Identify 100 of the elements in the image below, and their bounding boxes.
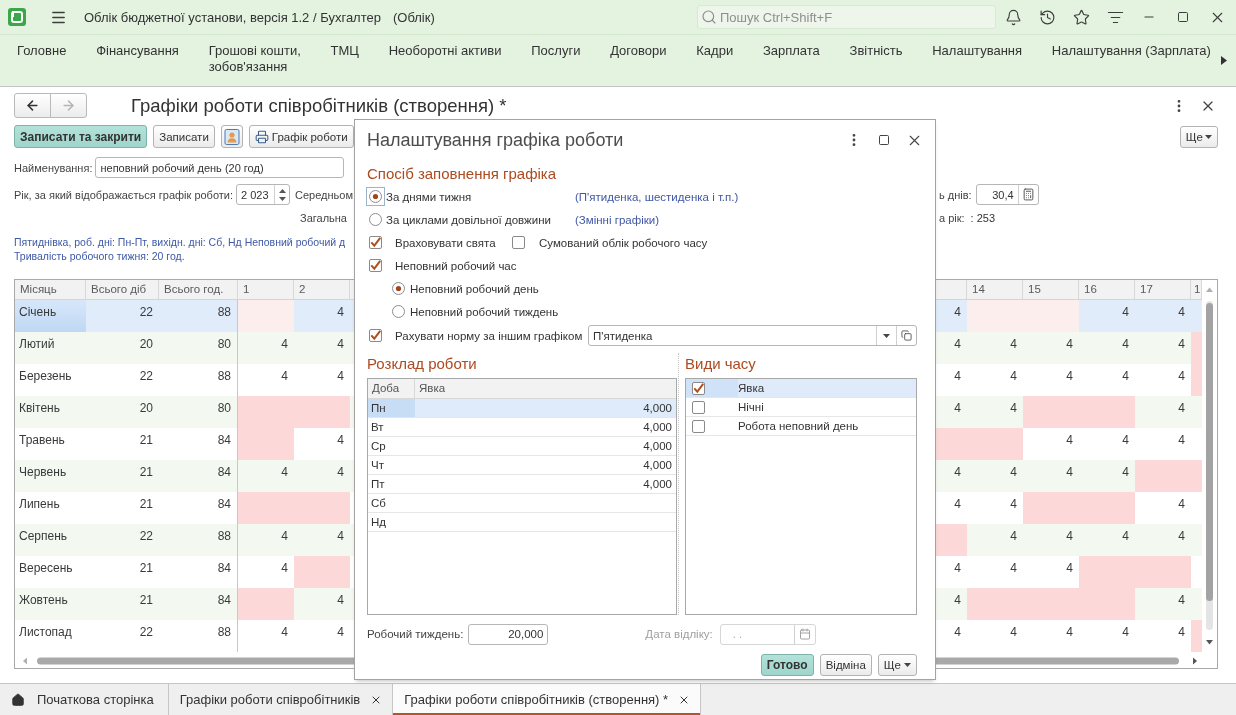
table-cell-text: Травень	[18, 432, 66, 449]
field-label: Загальна	[300, 212, 347, 224]
column-header: 14	[967, 280, 1023, 299]
table-cell-text: 4	[953, 368, 962, 385]
checkbox-label: Сумований облік робочого часу	[539, 236, 708, 249]
table-cell-text: 4	[953, 592, 962, 609]
table-cell-text: 4	[1177, 592, 1186, 609]
column-header: 1	[238, 280, 294, 299]
column-header: Місяць	[15, 280, 86, 299]
table-cell-text: 4	[1177, 400, 1186, 417]
checkbox-label: Враховувати свята	[395, 236, 496, 249]
table-cell-text: 4	[336, 432, 345, 449]
table-cell-text: 4	[1121, 528, 1130, 545]
table-cell-text: Липень	[18, 496, 61, 513]
field-label: Рік, за який відображається графік роботи:	[14, 188, 234, 201]
table-cell-text: Квітень	[18, 400, 61, 417]
radio-label: Неповний робочий день	[410, 282, 539, 295]
table-cell-text: 20	[138, 400, 154, 417]
table-cell-text: 4	[1009, 464, 1018, 481]
table-cell-text: 4	[953, 304, 962, 321]
table-cell-text: 4	[336, 336, 345, 353]
table-cell-text: 4	[1009, 496, 1018, 513]
table-cell-text: 4	[1177, 528, 1186, 545]
table-cell-text: Вересень	[18, 560, 74, 577]
column-header: 17	[1135, 280, 1191, 299]
table-cell-text: 4	[1009, 368, 1018, 385]
table-cell-text: 4	[280, 336, 289, 353]
checkbox-label: Рахувати норму за іншим графіком	[395, 329, 583, 342]
field-label: Середньом	[295, 188, 353, 201]
table-cell-text: 4	[1121, 304, 1130, 321]
table-cell-text: 4	[1177, 336, 1186, 353]
radio-label: За днями тижня	[386, 190, 472, 203]
table-cell-text: 4	[280, 368, 289, 385]
field-label: Найменування:	[14, 161, 93, 174]
section-heading: Види часу	[685, 354, 756, 374]
table-cell-text: 4	[1065, 336, 1074, 353]
table-cell-text: 4	[280, 560, 289, 577]
field-label: Дата відліку:	[645, 628, 713, 640]
table-cell-text: 4	[280, 624, 289, 641]
section-heading: Спосіб заповнення графіка	[367, 164, 557, 184]
table-cell-text: 4	[336, 592, 345, 609]
field-label: ь днів:	[939, 188, 972, 201]
table-cell-text: 4	[1065, 560, 1074, 577]
table-cell-text: 4	[1065, 528, 1074, 545]
table-cell-text: 4	[1009, 624, 1018, 641]
table-cell: 88	[159, 620, 238, 652]
table-cell-text: 21	[138, 432, 154, 449]
app-title: Облік бюджетної установи, версія 1.2 / Бухгалтер	[84, 9, 381, 25]
table-cell-text: 4	[953, 624, 962, 641]
table-cell-text: 22	[138, 304, 154, 321]
table-cell-text: 4	[1121, 336, 1130, 353]
table-cell-text: Березень	[18, 368, 73, 385]
table-cell-text: 4	[1177, 432, 1186, 449]
column-header: 15	[1023, 280, 1079, 299]
checkbox-label: Неповний робочий час	[395, 259, 517, 272]
table-cell-text: 21	[138, 464, 154, 481]
dialog-title: Налаштування графіка роботи	[367, 129, 624, 151]
column-header: Доба	[368, 379, 415, 398]
table-cell-text: 4	[1065, 624, 1074, 641]
table-cell-text: Червень	[18, 464, 68, 481]
column-header: 1	[1191, 280, 1202, 299]
radio-label: За циклами довільної довжини	[386, 213, 551, 226]
field-label: Робочий тиждень:	[367, 628, 464, 640]
table-cell-text: 4	[1009, 336, 1018, 353]
item-label: Нічні	[738, 401, 764, 413]
table-cell-text: 21	[138, 592, 154, 609]
table-cell-text: 20	[138, 336, 154, 353]
table-cell: Січень	[15, 300, 86, 332]
column-header: Всього год.	[159, 280, 238, 299]
item-label: Явка	[738, 382, 765, 394]
column-header: Всього діб	[86, 280, 159, 299]
table-cell-text: 4	[1121, 432, 1130, 449]
table-cell-text: 21	[138, 560, 154, 577]
table-cell-text: 22	[138, 528, 154, 545]
table-cell-text: 4	[1121, 624, 1130, 641]
schedule-summary-text: Пятиднівка, роб. дні: Пн-Пт, вихідн. дні: Сб, Нд Неповний робочий д	[14, 235, 346, 249]
table-cell-text: 22	[138, 624, 154, 641]
table-cell-text: 4	[1177, 624, 1186, 641]
table-cell-text: 4	[1177, 368, 1186, 385]
table-cell-text: 4	[1121, 368, 1130, 385]
table-cell-text: Серпень	[18, 528, 69, 545]
table-cell-text: 4	[280, 528, 289, 545]
table-cell-text: 4	[1009, 400, 1018, 417]
column-header: Явка	[418, 381, 447, 396]
table-cell-text: 21	[138, 496, 154, 513]
table-cell-text: 4	[1177, 304, 1186, 321]
table-cell-text: 22	[138, 368, 154, 385]
radio-label: Неповний робочий тиждень	[410, 305, 559, 318]
table-cell-text: 4	[953, 560, 962, 577]
table-cell-text: 4	[953, 400, 962, 417]
table-cell-text: Листопад	[18, 624, 73, 641]
table-cell-text: 4	[1177, 496, 1186, 513]
table-cell-text: 4	[1065, 464, 1074, 481]
table-cell-text: 4	[953, 496, 962, 513]
table-cell-text: 4	[953, 336, 962, 353]
field-value: : 253	[970, 212, 996, 224]
schedule-summary-text: Тривалість робочого тижня: 20 год.	[14, 249, 185, 263]
table-cell-text: 4	[953, 464, 962, 481]
table-cell-text: 4	[1009, 560, 1018, 577]
column-header: 2	[294, 280, 350, 299]
